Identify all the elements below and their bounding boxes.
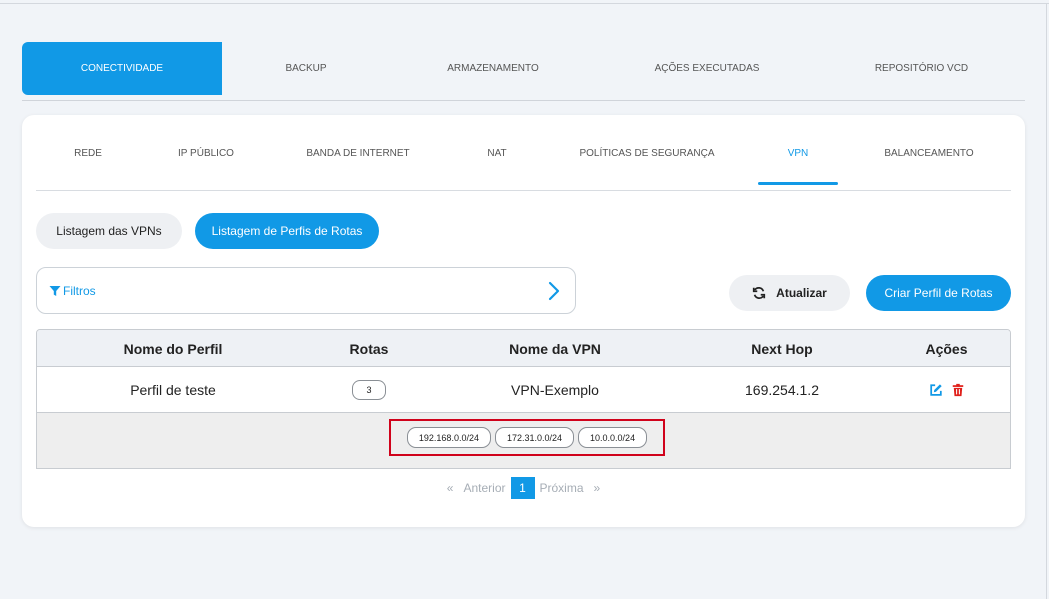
main-tabs: CONECTIVIDADE BACKUP ARMAZENAMENTO AÇÕES… xyxy=(22,42,1025,95)
top-divider xyxy=(0,3,1049,4)
cell-profile-name: Perfil de teste xyxy=(130,382,216,398)
content-card: REDE IP PÚBLICO BANDA DE INTERNET NAT PO… xyxy=(22,115,1025,527)
filter-label: Filtros xyxy=(63,283,96,298)
pagination-next-icon[interactable]: » xyxy=(594,481,601,495)
create-route-profile-button[interactable]: Criar Perfil de Rotas xyxy=(866,275,1011,311)
tab-repositorio-vcd[interactable]: REPOSITÓRIO VCD xyxy=(818,42,1025,95)
subtab-vpn[interactable]: VPN xyxy=(758,115,838,191)
filter-icon xyxy=(49,285,61,296)
header-routes[interactable]: Rotas xyxy=(309,330,429,367)
filter-bar[interactable]: Filtros xyxy=(36,267,576,314)
header-actions: Ações xyxy=(925,340,968,357)
route-profiles-table: Nome do Perfil Rotas Nome da VPN Next Ho… xyxy=(36,329,1011,469)
pagination-next[interactable]: Próxima xyxy=(540,481,584,495)
pagination-prev[interactable]: Anterior xyxy=(463,481,505,495)
routes-count-badge[interactable]: 3 xyxy=(352,380,386,400)
subtab-ip-publico[interactable]: IP PÚBLICO xyxy=(140,115,272,191)
right-divider xyxy=(1046,3,1047,599)
subtab-politicas-seguranca[interactable]: POLÍTICAS DE SEGURANÇA xyxy=(550,115,744,191)
edit-icon[interactable] xyxy=(929,383,943,397)
pagination-prev-icon[interactable]: « xyxy=(447,481,454,495)
header-next-hop[interactable]: Next Hop xyxy=(681,330,883,367)
cell-next-hop: 169.254.1.2 xyxy=(745,382,819,398)
chevron-right-icon[interactable] xyxy=(547,280,561,302)
header-vpn-name[interactable]: Nome da VPN xyxy=(429,330,681,367)
tab-acoes-executadas[interactable]: AÇÕES EXECUTADAS xyxy=(596,42,818,95)
main-tabs-divider xyxy=(22,100,1025,101)
pagination-page-1[interactable]: 1 xyxy=(510,477,535,499)
subtab-balanceamento[interactable]: BALANCEAMENTO xyxy=(856,115,1002,191)
sub-tabs-divider xyxy=(36,190,1011,191)
cell-actions xyxy=(883,367,1010,413)
cell-routes: 3 xyxy=(309,367,429,413)
refresh-button[interactable]: Atualizar xyxy=(729,275,850,311)
route-chip: 172.31.0.0/24 xyxy=(494,427,575,448)
sub-tabs: REDE IP PÚBLICO BANDA DE INTERNET NAT PO… xyxy=(36,115,1011,191)
subtab-nat[interactable]: NAT xyxy=(444,115,550,191)
header-profile-name[interactable]: Nome do Perfil xyxy=(37,330,309,367)
tab-backup[interactable]: BACKUP xyxy=(222,42,390,95)
route-chip: 10.0.0.0/24 xyxy=(578,427,648,448)
expanded-routes-row: 192.168.0.0/24 172.31.0.0/24 10.0.0.0/24 xyxy=(37,413,1010,468)
list-vpns-button[interactable]: Listagem das VPNs xyxy=(36,213,182,249)
subtab-banda-internet[interactable]: BANDA DE INTERNET xyxy=(272,115,444,191)
subtab-rede[interactable]: REDE xyxy=(36,115,140,191)
active-tab-indicator xyxy=(758,182,838,185)
refresh-label: Atualizar xyxy=(776,286,827,300)
routes-list: 192.168.0.0/24 172.31.0.0/24 10.0.0.0/24 xyxy=(389,419,665,456)
trash-icon[interactable] xyxy=(951,383,965,397)
route-chip: 192.168.0.0/24 xyxy=(406,427,491,448)
tab-armazenamento[interactable]: ARMAZENAMENTO xyxy=(390,42,596,95)
pagination: « Anterior 1 Próxima » xyxy=(22,476,1025,500)
list-route-profiles-button[interactable]: Listagem de Perfis de Rotas xyxy=(195,213,379,249)
table-header: Nome do Perfil Rotas Nome da VPN Next Ho… xyxy=(37,330,1010,367)
refresh-icon xyxy=(753,287,766,299)
tab-conectividade[interactable]: CONECTIVIDADE xyxy=(22,42,222,95)
table-row: Perfil de teste 3 VPN-Exemplo 169.254.1.… xyxy=(37,367,1010,413)
cell-vpn-name: VPN-Exemplo xyxy=(511,382,599,398)
